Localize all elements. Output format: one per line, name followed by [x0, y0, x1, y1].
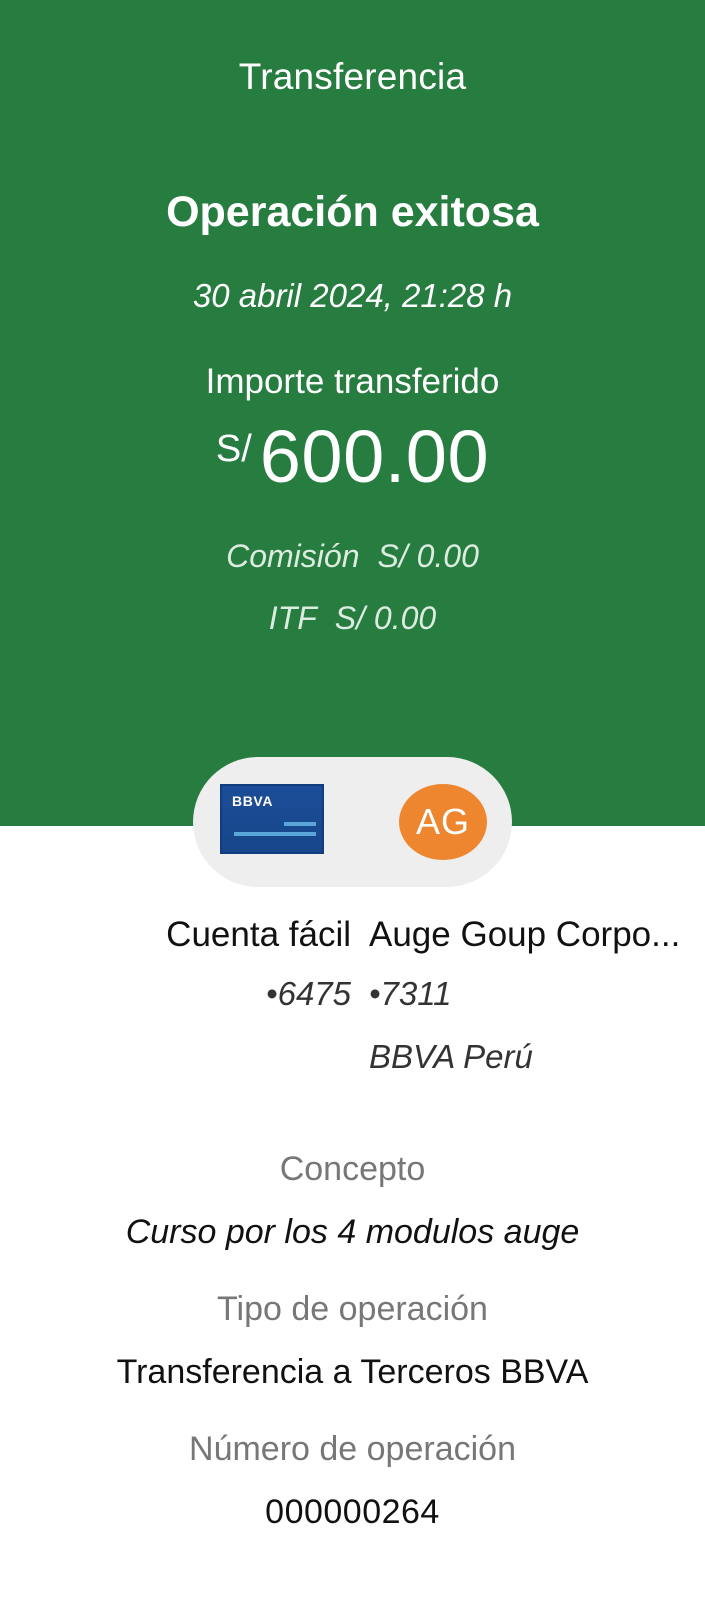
transfer-parties-pill: BBVA AG	[193, 757, 512, 887]
recipient-bank: BBVA Perú	[369, 1038, 533, 1075]
transfer-receipt: Transferencia Operación exitosa 30 abril…	[0, 0, 705, 1600]
operation-status: Operación exitosa	[166, 188, 539, 236]
amount-value: 600.00	[259, 415, 490, 498]
operation-number-label: Número de operación	[189, 1430, 516, 1468]
operation-type-label: Tipo de operación	[217, 1290, 488, 1328]
operation-number-value: 000000264	[265, 1493, 440, 1531]
recipient-name: Auge Goup Corpo...	[369, 915, 681, 954]
currency-symbol: S/	[215, 428, 252, 470]
recipient-avatar: AG	[399, 784, 487, 860]
origin-account-name: Cuenta fácil	[166, 915, 351, 954]
operation-datetime: 30 abril 2024, 21:28 h	[192, 277, 513, 314]
card-brand-label: BBVA	[232, 793, 274, 809]
itf-value: S/ 0.00	[334, 600, 437, 636]
origin-account-number: •6475	[266, 975, 351, 1012]
card-stripe	[284, 822, 316, 826]
recipient-account-number: •7311	[369, 975, 452, 1012]
commission-value: S/ 0.00	[377, 538, 479, 574]
card-stripe	[234, 832, 316, 836]
itf-row: ITF S/ 0.00	[0, 600, 705, 637]
success-header: Transferencia Operación exitosa 30 abril…	[0, 0, 705, 826]
bbva-card-icon: BBVA	[220, 784, 324, 854]
operation-type-value: Transferencia a Terceros BBVA	[116, 1353, 589, 1391]
concept-label: Concepto	[279, 1150, 426, 1188]
transferred-amount: S/ 600.00	[0, 420, 705, 510]
concept-value: Curso por los 4 modulos auge	[125, 1213, 580, 1251]
itf-label: ITF	[268, 600, 317, 636]
commission-label: Comisión	[226, 538, 360, 574]
screen-title: Transferencia	[238, 56, 467, 97]
commission-row: Comisión S/ 0.00	[0, 538, 705, 575]
amount-label: Importe transferido	[205, 362, 500, 401]
